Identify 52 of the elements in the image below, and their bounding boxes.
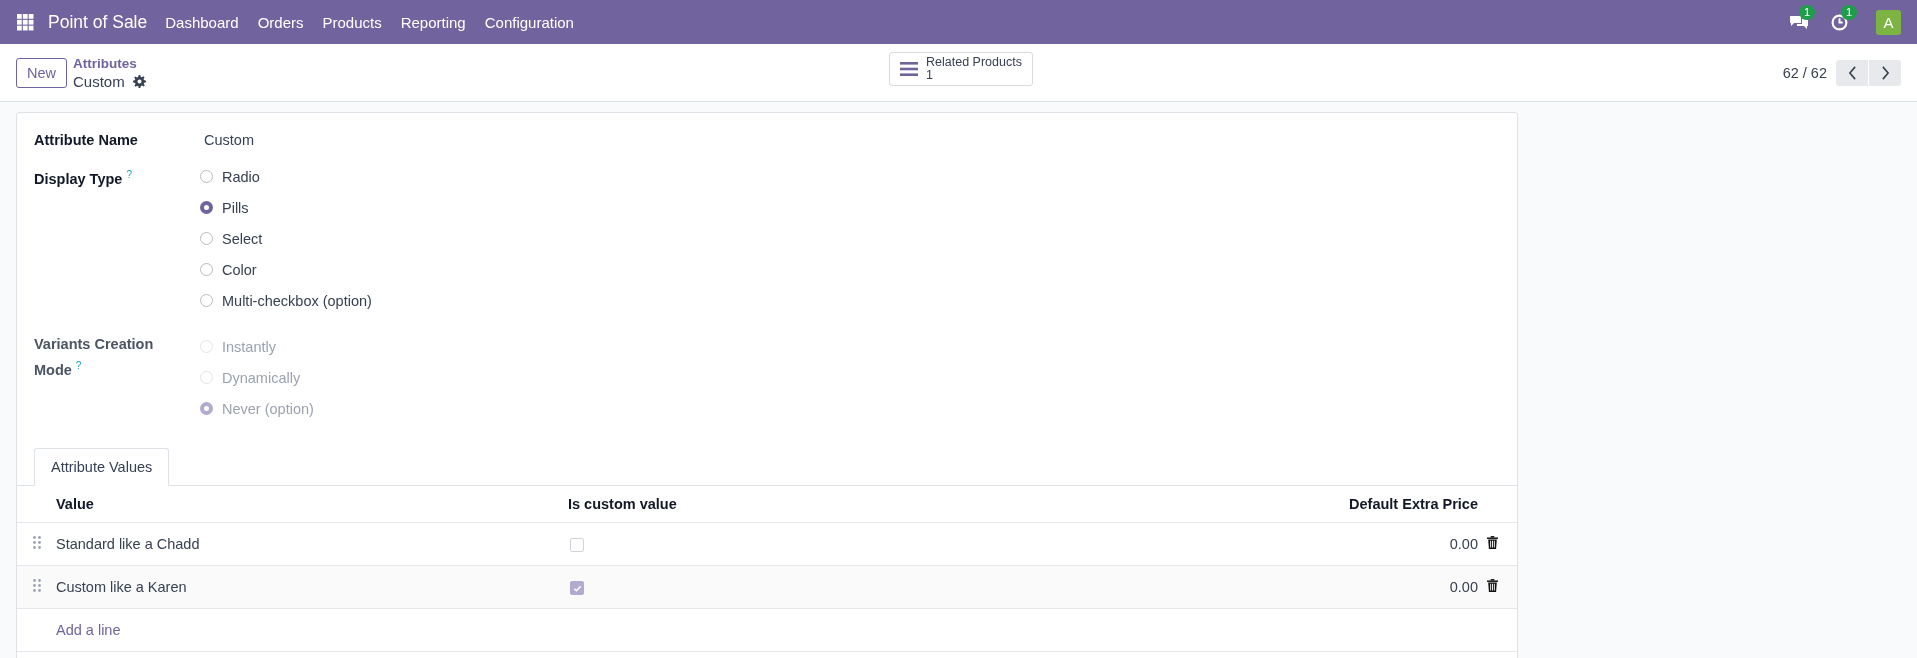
table-cell: Custom like a Karen: [55, 565, 567, 609]
radio-label[interactable]: Pills: [222, 199, 249, 216]
radio-label[interactable]: Color: [222, 261, 257, 278]
check-icon: [572, 583, 582, 593]
field-value[interactable]: Custom: [200, 129, 1517, 151]
gear-icon[interactable]: [132, 75, 146, 88]
field-label: Attribute Name: [34, 131, 139, 150]
menu-item[interactable]: Reporting: [400, 13, 466, 31]
column-header[interactable]: Value: [55, 486, 567, 523]
field-label: Display Type $^{?}$: [34, 168, 132, 189]
list-icon: [900, 62, 918, 76]
table-cell: Standard like a Chadd: [55, 522, 567, 566]
chat-icon[interactable]: [1789, 14, 1809, 30]
radio-button[interactable]: [200, 263, 213, 276]
menu-item[interactable]: Dashboard: [165, 13, 239, 31]
trash-icon[interactable]: [1487, 579, 1498, 592]
radio-button[interactable]: [200, 170, 213, 183]
app-grid-icon[interactable]: [17, 13, 34, 31]
radio-label[interactable]: Select: [222, 230, 263, 247]
notebook-tab[interactable]: Attribute Values: [34, 448, 170, 486]
drag-handle-icon[interactable]: [33, 579, 41, 592]
notification-badge: 1: [1841, 4, 1858, 20]
chevron-left-icon: [1847, 65, 1857, 80]
app-name[interactable]: Point of Sale: [48, 11, 148, 33]
next-button[interactable]: [1869, 59, 1901, 86]
radio-button[interactable]: [200, 232, 213, 245]
record-title: Custom: [73, 72, 125, 91]
clock-icon[interactable]: [1831, 13, 1848, 31]
breadcrumb-link[interactable]: Attributes: [73, 54, 146, 73]
pager-counter: 62 / 62: [1782, 64, 1827, 81]
column-header[interactable]: Default Extra Price: [1277, 486, 1479, 523]
table-cell: 0.00: [1277, 565, 1479, 609]
menu-item[interactable]: Products: [322, 13, 382, 31]
chevron-right-icon: [1880, 65, 1890, 80]
radio-button[interactable]: [200, 201, 213, 214]
add-line-link[interactable]: Add a line: [56, 622, 121, 638]
table-cell: 0.00: [1277, 522, 1479, 566]
radio-label[interactable]: Multi-checkbox (option): [222, 292, 372, 309]
field-label: Variants Creation Mode $^{?}$: [34, 335, 155, 380]
radio-label[interactable]: Radio: [222, 168, 260, 185]
new-button[interactable]: New: [16, 57, 67, 88]
previous-button[interactable]: [1836, 59, 1868, 86]
trash-icon[interactable]: [1487, 536, 1498, 549]
related-products-button[interactable]: Related Products 1: [889, 52, 1033, 86]
menu-item[interactable]: Orders: [257, 13, 304, 31]
drag-handle-icon[interactable]: [33, 536, 41, 549]
checkbox[interactable]: [570, 538, 584, 553]
radio-button[interactable]: [200, 294, 213, 307]
checkbox[interactable]: [570, 581, 584, 596]
notification-badge: 1: [1799, 5, 1816, 20]
menu-item[interactable]: Configuration: [484, 13, 574, 31]
column-header[interactable]: Is custom value: [567, 486, 1277, 523]
